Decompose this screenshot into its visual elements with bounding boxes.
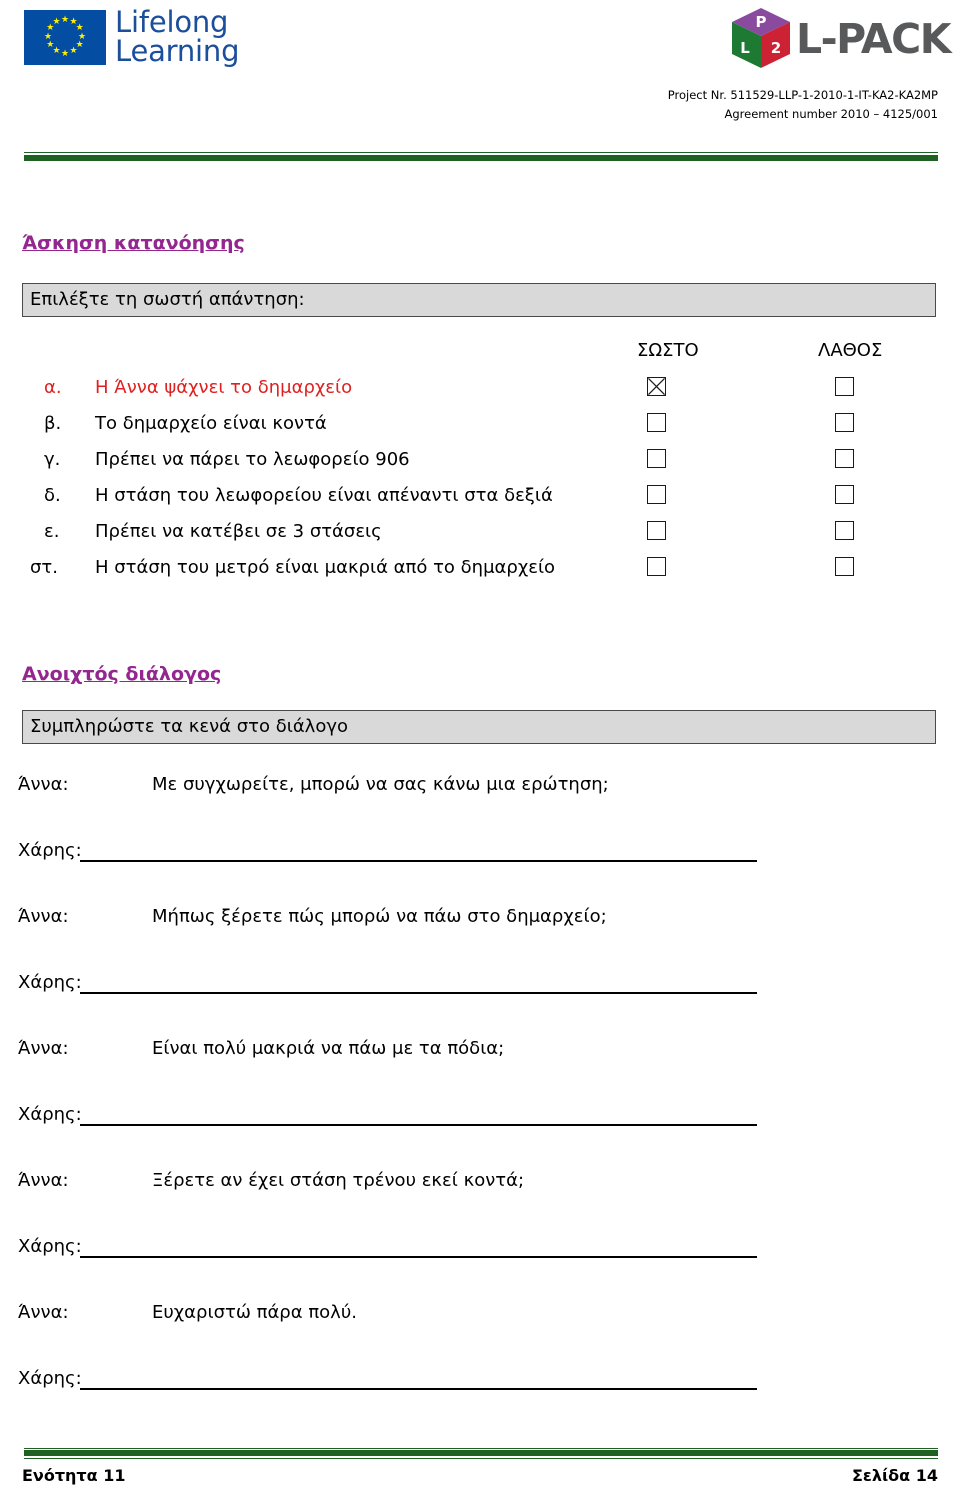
quiz-row-text: Η στάση του μετρό είναι μακριά από το δη… — [95, 557, 556, 578]
dialogue-answer-blank[interactable] — [80, 992, 757, 994]
quiz-row-text: Πρέπει να κατέβει σε 3 στάσεις — [95, 521, 382, 542]
quiz-row-text: Το δημαρχείο είναι κοντά — [95, 413, 327, 434]
quiz-row-letter: ε. — [44, 521, 60, 542]
checkbox-false[interactable] — [835, 377, 854, 396]
quiz-row: ε. Πρέπει να κατέβει σε 3 στάσεις — [0, 521, 960, 558]
header-rule-thin — [24, 152, 938, 153]
dialogue-speaker-label: Χάρης: — [18, 840, 82, 861]
comprehension-heading: Άσκηση κατανόησης — [22, 232, 245, 254]
checkbox-false[interactable] — [835, 557, 854, 576]
open-dialogue-heading: Ανοιχτός διάλογος — [22, 663, 222, 685]
dialogue-answer-blank[interactable] — [80, 1124, 757, 1126]
dialogue-speaker-label: Άννα: — [18, 774, 69, 795]
header-rule-thick — [24, 155, 938, 161]
open-dialogue-instruction-box: Συμπληρώστε τα κενά στο διάλογο — [22, 710, 936, 744]
checkbox-false[interactable] — [835, 413, 854, 432]
dialogue-utterance: Ευχαριστώ πάρα πολύ. — [152, 1302, 357, 1323]
checkbox-false[interactable] — [835, 521, 854, 540]
checkbox-true[interactable] — [647, 377, 666, 396]
checkbox-true[interactable] — [647, 449, 666, 468]
quiz-row: στ. Η στάση του μετρό είναι μακριά από το… — [0, 557, 960, 594]
quiz-row-letter: δ. — [44, 485, 61, 506]
footer-rule-thin — [24, 1448, 938, 1449]
footer-page: Σελίδα 14 — [851, 1466, 938, 1485]
dialogue-blank-line: Χάρης: — [0, 1236, 960, 1262]
checkbox-false[interactable] — [835, 485, 854, 504]
eu-star-icon: ★ — [69, 46, 78, 57]
quiz-row: δ. Η στάση του λεωφορείου είναι απέναντι … — [0, 485, 960, 522]
checkbox-true[interactable] — [647, 485, 666, 504]
eu-flag-icon: ★ ★ ★ ★ ★ ★ ★ ★ ★ ★ ★ ★ — [24, 9, 106, 65]
dialogue-answer-blank[interactable] — [80, 860, 757, 862]
quiz-row-text: Πρέπει να πάρει το λεωφορείο 906 — [95, 449, 410, 470]
lpack-cube-icon: P L 2 — [728, 6, 794, 72]
eu-star-icon: ★ — [43, 31, 53, 42]
eu-star-icon: ★ — [60, 48, 70, 59]
dialogue-speaker-label: Χάρης: — [18, 972, 82, 993]
lpack-logo: P L 2 L-PACK — [728, 6, 952, 72]
checkbox-true[interactable] — [647, 521, 666, 540]
quiz-row: β. Το δημαρχείο είναι κοντά — [0, 413, 960, 450]
eu-star-icon: ★ — [52, 16, 61, 27]
dialogue-answer-blank[interactable] — [80, 1256, 757, 1258]
project-reference: Project Nr. 511529-LLP-1-2010-1-IT-KA2-K… — [668, 86, 938, 124]
eu-star-icon: ★ — [46, 40, 55, 50]
agreement-number: Agreement number 2010 – 4125/001 — [724, 107, 938, 121]
dialogue-speaker-label: Άννα: — [18, 906, 69, 927]
lifelong-learning-wordmark: Lifelong Learning — [115, 5, 240, 68]
footer-unit: Ενότητα 11 — [22, 1466, 126, 1485]
quiz-row-letter: β. — [44, 413, 62, 434]
quiz-row-letter: γ. — [44, 449, 61, 470]
dialogue-line: Άννα: Με συγχωρείτε, μπορώ να σας κάνω μι… — [0, 774, 960, 800]
checkbox-true[interactable] — [647, 413, 666, 432]
column-header-true: ΣΩΣΤΟ — [637, 340, 699, 361]
dialogue-blank-line: Χάρης: — [0, 1368, 960, 1394]
dialogue-speaker-label: Χάρης: — [18, 1368, 82, 1389]
lifelong-learning-logo: ★ ★ ★ ★ ★ ★ ★ ★ ★ ★ ★ ★ Lifelong Learning — [24, 5, 240, 68]
column-header-false: ΛΑΘΟΣ — [818, 340, 883, 361]
dialogue-line: Άννα: Μήπως ξέρετε πώς μπορώ να πάω στο δ… — [0, 906, 960, 932]
quiz-row: γ. Πρέπει να πάρει το λεωφορείο 906 — [0, 449, 960, 486]
svg-text:L: L — [740, 39, 750, 57]
quiz-row-text: Η Άννα ψάχνει το δημαρχείο — [95, 377, 353, 398]
footer-rule-thick — [24, 1450, 938, 1456]
dialogue-blank-line: Χάρης: — [0, 840, 960, 866]
dialogue-speaker-label: Άννα: — [18, 1038, 69, 1059]
checkbox-true[interactable] — [647, 557, 666, 576]
project-number: Project Nr. 511529-LLP-1-2010-1-IT-KA2-K… — [667, 88, 938, 102]
eu-logo-line1: Lifelong — [115, 5, 229, 39]
dialogue-blank-line: Χάρης: — [0, 1104, 960, 1130]
comprehension-instruction-box: Επιλέξτε τη σωστή απάντηση: — [22, 283, 936, 317]
quiz-row-letter: στ. — [30, 557, 58, 578]
footer-rule-thin-lower — [24, 1458, 938, 1459]
dialogue-utterance: Με συγχωρείτε, μπορώ να σας κάνω μια ερώ… — [152, 774, 609, 795]
page-header: ★ ★ ★ ★ ★ ★ ★ ★ ★ ★ ★ ★ Lifelong Learning P L 2 L-P… — [0, 0, 960, 165]
dialogue-line: Άννα: Ευχαριστώ πάρα πολύ. — [0, 1302, 960, 1328]
lpack-wordmark: L-PACK — [796, 14, 952, 63]
dialogue-utterance: Μήπως ξέρετε πώς μπορώ να πάω στο δημαρχ… — [152, 906, 607, 927]
dialogue-answer-blank[interactable] — [80, 1388, 757, 1390]
dialogue-line: Άννα: Είναι πολύ μακριά να πάω με τα πόδι… — [0, 1038, 960, 1064]
dialogue-speaker-label: Άννα: — [18, 1302, 69, 1323]
quiz-row-letter: α. — [44, 377, 62, 398]
dialogue-utterance: Είναι πολύ μακριά να πάω με τα πόδια; — [152, 1038, 505, 1059]
quiz-row-text: Η στάση του λεωφορείου είναι απέναντι στ… — [95, 485, 553, 506]
svg-text:2: 2 — [771, 39, 781, 57]
dialogue-blank-line: Χάρης: — [0, 972, 960, 998]
dialogue-line: Άννα: Ξέρετε αν έχει στάση τρένου εκεί κο… — [0, 1170, 960, 1196]
svg-text:P: P — [756, 13, 767, 31]
dialogue-speaker-label: Χάρης: — [18, 1104, 82, 1125]
quiz-row: α. Η Άννα ψάχνει το δημαρχείο — [0, 377, 960, 414]
eu-logo-line2: Learning — [115, 34, 240, 68]
checkbox-false[interactable] — [835, 449, 854, 468]
dialogue-utterance: Ξέρετε αν έχει στάση τρένου εκεί κοντά; — [152, 1170, 525, 1191]
dialogue-speaker-label: Άννα: — [18, 1170, 69, 1191]
dialogue-speaker-label: Χάρης: — [18, 1236, 82, 1257]
